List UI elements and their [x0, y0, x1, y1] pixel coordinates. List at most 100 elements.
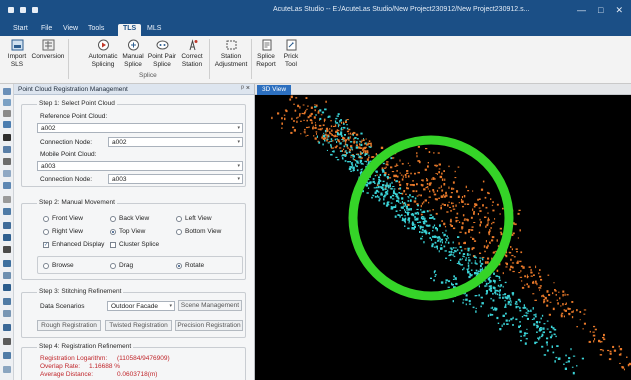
point-cloud-point	[475, 307, 477, 309]
maximize-button[interactable]: □	[598, 5, 603, 16]
point-cloud-point	[567, 360, 570, 363]
point-cloud-point	[430, 277, 432, 279]
point-cloud-point	[376, 186, 378, 189]
point-cloud-point	[305, 135, 307, 137]
precision-registration-button[interactable]: Precision Registration	[175, 320, 243, 331]
reference-point-cloud-select[interactable]: a002 ▾	[37, 123, 243, 133]
dock-tool-icon[interactable]	[3, 222, 11, 229]
point-cloud-point	[348, 167, 352, 171]
panel-close-button[interactable]: ×	[246, 85, 250, 92]
left-view-radio[interactable]: Left View	[176, 215, 212, 222]
drag-radio[interactable]: Drag	[110, 262, 133, 269]
browse-radio[interactable]: Browse	[43, 262, 74, 269]
twisted-registration-button[interactable]: Twisted Registration	[105, 320, 172, 331]
dock-tool-icon[interactable]	[3, 208, 11, 215]
dock-tool-icon[interactable]	[3, 88, 11, 95]
point-cloud-point	[344, 140, 347, 143]
tab-start[interactable]: Start	[8, 24, 33, 36]
right-view-radio[interactable]: Right View	[43, 228, 83, 235]
save-icon[interactable]	[32, 7, 38, 13]
point-cloud-point	[551, 345, 553, 348]
point-cloud-point	[310, 112, 313, 115]
dock-tool-icon[interactable]	[3, 324, 11, 331]
import-sls-button[interactable]: Import SLS	[3, 38, 31, 69]
point-cloud-point	[394, 174, 397, 178]
enhanced-display-checkbox[interactable]: ✓ Enhanced Display	[43, 241, 104, 248]
data-scenarios-select[interactable]: Outdoor Facade ▾	[107, 301, 175, 311]
point-cloud-point	[420, 237, 423, 240]
correct-station-button[interactable]: Correct Station	[178, 38, 206, 69]
dock-tool-icon[interactable]	[3, 352, 11, 359]
station-adjustment-button[interactable]: Station Adjustment	[212, 38, 250, 69]
point-cloud-point	[436, 247, 438, 250]
dock-tool-icon[interactable]	[3, 182, 11, 189]
point-cloud-point	[599, 349, 603, 351]
dock-tool-icon[interactable]	[3, 310, 11, 317]
point-cloud-point	[303, 119, 305, 121]
point-cloud-point	[541, 295, 543, 298]
tab-tls[interactable]: TLS	[118, 24, 142, 36]
point-cloud-point	[326, 138, 329, 140]
dock-tool-icon[interactable]	[3, 121, 11, 128]
prick-tool-button[interactable]: Prick Tool	[280, 38, 302, 69]
manual-splice-button[interactable]: Manual Splice	[119, 38, 147, 69]
point-cloud-point	[473, 211, 475, 213]
point-cloud-point	[458, 242, 460, 245]
point-cloud-point	[365, 184, 369, 187]
dock-tool-icon[interactable]	[3, 272, 11, 279]
minimize-button[interactable]: —	[577, 5, 586, 16]
rough-registration-button[interactable]: Rough Registration	[37, 320, 101, 331]
connection-node-select[interactable]: a003 ▾	[108, 174, 243, 184]
cluster-splice-checkbox[interactable]: Cluster Splice	[110, 241, 159, 248]
dock-tool-icon[interactable]	[3, 234, 11, 241]
dock-tool-icon[interactable]	[3, 146, 11, 153]
scene-management-button[interactable]: Scene Management	[178, 300, 242, 311]
dock-tool-icon[interactable]	[3, 246, 11, 253]
point-cloud-point	[403, 205, 405, 207]
point-cloud-point	[546, 304, 549, 307]
app-menu-icon[interactable]	[8, 7, 14, 13]
splice-report-button[interactable]: Splice Report	[254, 38, 278, 69]
point-cloud-point	[448, 186, 450, 189]
dock-tool-icon[interactable]	[3, 260, 11, 267]
dock-tool-icon[interactable]	[3, 134, 11, 141]
point-cloud-point	[539, 285, 542, 287]
tab-mls[interactable]: MLS	[142, 24, 166, 36]
mobile-point-cloud-select[interactable]: a003 ▾	[37, 161, 243, 171]
dock-tool-icon[interactable]	[3, 158, 11, 165]
automatic-splicing-button[interactable]: Automatic Splicing	[86, 38, 120, 69]
tab-3d-view[interactable]: 3D View	[257, 85, 292, 95]
point-cloud-point	[552, 292, 554, 295]
tab-tools[interactable]: Tools	[83, 24, 109, 36]
pin-button[interactable]: ᵖ	[241, 85, 244, 92]
dock-tool-icon[interactable]	[3, 298, 11, 305]
point-cloud-point	[322, 143, 324, 146]
dock-tool-icon[interactable]	[3, 170, 11, 177]
conversion-button[interactable]: Conversion	[31, 38, 65, 61]
point-cloud-point	[396, 170, 398, 172]
tab-view[interactable]: View	[58, 24, 83, 36]
close-button[interactable]: ✕	[615, 5, 623, 16]
open-icon[interactable]	[20, 7, 26, 13]
front-view-radio[interactable]: Front View	[43, 215, 83, 222]
dock-tool-icon[interactable]	[3, 110, 11, 117]
point-cloud-point	[337, 133, 339, 136]
point-cloud-point	[404, 209, 406, 211]
back-view-radio[interactable]: Back View	[110, 215, 149, 222]
point-cloud-point	[528, 266, 531, 268]
connection-node-select[interactable]: a002 ▾	[108, 137, 243, 147]
point-pair-splice-button[interactable]: Point Pair Splice	[146, 38, 178, 69]
dock-tool-icon[interactable]	[3, 366, 11, 373]
point-cloud-point	[524, 284, 526, 286]
3d-view-canvas[interactable]	[255, 95, 631, 380]
dock-tool-icon[interactable]	[3, 338, 11, 345]
dock-tool-icon[interactable]	[3, 99, 11, 106]
bottom-view-radio[interactable]: Bottom View	[176, 228, 221, 235]
top-view-radio[interactable]: Top View	[110, 228, 145, 235]
rotate-radio[interactable]: Rotate	[176, 262, 204, 269]
dock-tool-icon[interactable]	[3, 284, 11, 291]
tab-file[interactable]: File	[36, 24, 57, 36]
point-cloud-point	[589, 330, 591, 333]
point-cloud-point	[489, 241, 491, 244]
dock-tool-icon[interactable]	[3, 196, 11, 203]
